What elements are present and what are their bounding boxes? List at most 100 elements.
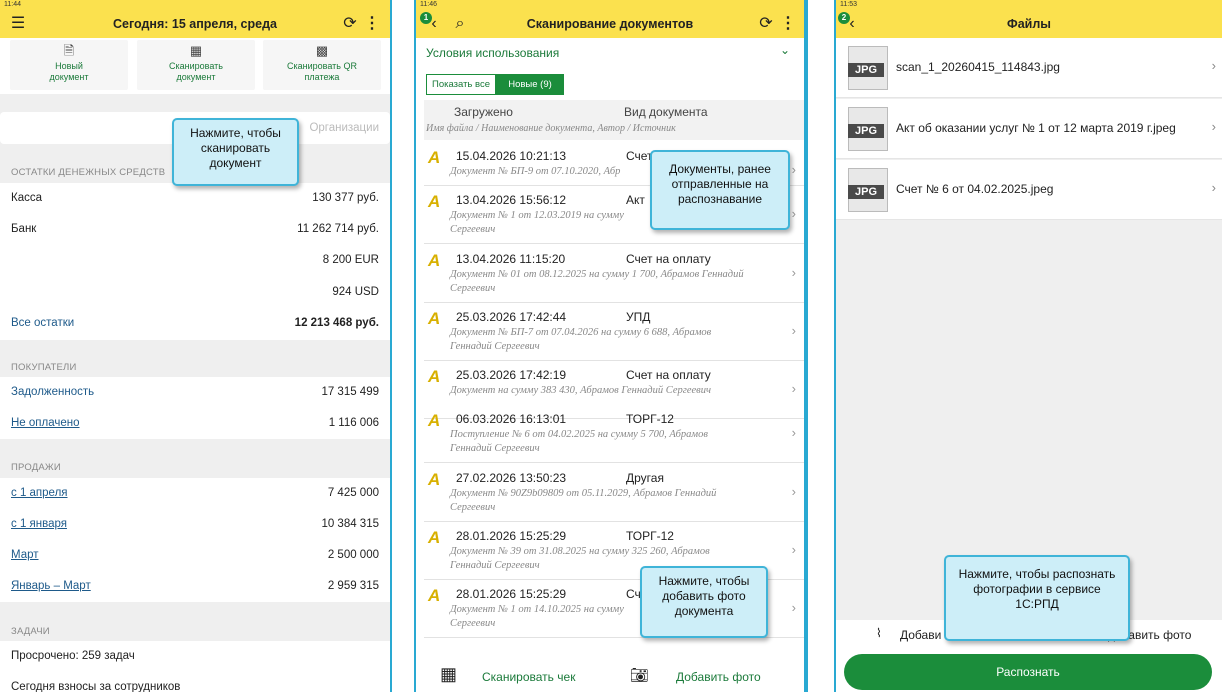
row-label: Банк <box>11 223 37 235</box>
callout-line: документа <box>674 604 734 618</box>
add-photo-button[interactable]: Добавить фото <box>676 670 761 684</box>
rpd-logo-icon: A <box>428 251 441 270</box>
camera-icon[interactable]: 📷︎ <box>630 666 649 684</box>
rpd-logo-icon: A <box>428 411 441 430</box>
description-line: Сергеевич <box>450 618 496 629</box>
refresh-icon[interactable]: ⟳ <box>340 14 360 34</box>
qr-icon: ▩ <box>315 43 329 58</box>
file-item[interactable]: JPG scan_1_20260415_114843.jpg › <box>836 38 1222 98</box>
callout-line: добавить фото <box>662 589 746 603</box>
description-line: Документ № 01 от 08.12.2025 на сумму 1 7… <box>450 269 744 280</box>
description-line: Документ № 1 от 12.03.2019 на сумму <box>450 210 624 221</box>
sales-row[interactable]: с 1 апреля 7 425 000 <box>0 478 390 509</box>
sales-row[interactable]: с 1 января 10 384 315 <box>0 509 390 540</box>
status-time: 11:46 <box>420 1 437 8</box>
callout-line: 1С:РПД <box>1015 597 1059 611</box>
file-item[interactable]: JPG Акт об оказании услуг № 1 от 12 марта… <box>836 99 1222 159</box>
status-bar: 11:44 <box>0 0 390 10</box>
row-value: 17 315 499 <box>321 386 379 398</box>
description-line: Документ № 90Z9b09809 от 05.11.2029, Абр… <box>450 488 717 499</box>
scan-panel: 11:46 ‹ ⌕ Сканирование документов ⟳ ⋮ 1 … <box>414 0 806 692</box>
header: ☰ Сегодня: 15 апреля, среда ⟳ ⋮ <box>0 10 390 38</box>
qr-scan-icon[interactable]: ▦ <box>440 664 457 685</box>
chevron-down-icon[interactable]: ⌄ <box>780 43 790 57</box>
chevron-right-icon: › <box>791 600 796 615</box>
more-icon[interactable]: ⋮ <box>362 14 382 34</box>
document-date: 13.04.2026 11:15:20 <box>456 252 566 266</box>
rpd-logo-icon: A <box>428 528 441 547</box>
show-all-button[interactable]: Показать все <box>426 74 496 95</box>
row-label: Сегодня взносы за сотрудников <box>11 681 181 692</box>
tile-label: документ <box>176 72 216 82</box>
divider <box>806 0 808 692</box>
file-item[interactable]: JPG Счет № 6 от 04.02.2025.jpeg › <box>836 160 1222 220</box>
document-date: 28.01.2026 15:25:29 <box>456 529 567 543</box>
unpaid-row[interactable]: Не оплачено 1 116 006 <box>0 408 390 439</box>
description-line: Геннадий Сергеевич <box>450 341 540 352</box>
status-bar: 11:46 <box>416 0 804 10</box>
table-header: Загружено Вид документа Имя файла / Наим… <box>424 100 804 140</box>
attach-button[interactable]: Добави <box>900 628 941 642</box>
page-title: Сканирование документов <box>526 17 694 31</box>
document-row[interactable]: A 06.03.2026 16:13:01 ТОРГ-12 Поступление №… <box>424 405 804 463</box>
description-line: Документ № БП-9 от 07.10.2020, Абр <box>450 166 621 177</box>
jpg-badge: JPG <box>848 185 884 199</box>
more-icon[interactable]: ⋮ <box>778 14 798 34</box>
document-date: 15.04.2026 10:21:13 <box>456 149 567 163</box>
document-kind: ТОРГ-12 <box>626 412 674 426</box>
header: ‹ ⌕ Сканирование документов ⟳ ⋮ <box>416 10 804 38</box>
cash-row[interactable]: Касса 130 377 руб. <box>0 183 390 214</box>
all-balances-link[interactable]: Все остатки <box>11 308 74 339</box>
bank-row[interactable]: Банк 11 262 714 руб. 8 200 EUR 924 USD Все о… <box>0 214 390 340</box>
document-description: Документ № 01 от 08.12.2025 на сумму 1 7… <box>450 268 780 296</box>
status-time: 11:44 <box>4 1 21 8</box>
document-description: Документ № 90Z9b09809 от 05.11.2029, Абр… <box>450 487 780 515</box>
scan-qr-tile[interactable]: ▩ Сканировать QR платежа <box>263 40 381 90</box>
terms-link[interactable]: Условия использования <box>426 46 559 60</box>
document-kind: Счет на оплату <box>626 368 711 382</box>
attach-icon[interactable]: ⌇ <box>876 626 882 640</box>
cash-section-title: ОСТАТКИ ДЕНЕЖНЫХ СРЕДСТВ <box>11 167 166 178</box>
document-row[interactable]: A 13.04.2026 11:15:20 Счет на оплату Докуме… <box>424 245 804 303</box>
document-date: 25.03.2026 17:42:44 <box>456 310 567 324</box>
docs-hint-callout: Документы, ранее отправленные на распознав… <box>650 150 790 230</box>
sales-section-title: ПРОДАЖИ <box>11 462 61 473</box>
scan-hint-callout: Нажмите, чтобы сканировать документ <box>172 118 299 186</box>
bottom-toolbar: ▦ Сканировать чек 📷︎ Добавить фото <box>416 648 804 692</box>
document-description: Поступление № 6 от 04.02.2025 на сумму 5… <box>450 428 780 456</box>
description-line: Документ № 39 от 31.08.2025 на сумму 325… <box>450 546 710 557</box>
description-line: Геннадий Сергеевич <box>450 443 540 454</box>
rpd-logo-icon: A <box>428 586 441 605</box>
row-label: Январь – Март <box>11 580 91 592</box>
status-bar: 11:53 <box>836 0 1222 10</box>
row-label: Задолженность <box>11 386 95 398</box>
callout-line: отправленные на <box>671 177 769 191</box>
document-date: 13.04.2026 15:56:12 <box>456 193 567 207</box>
task-row[interactable]: Просрочено: 259 задач <box>0 641 390 672</box>
recognize-button[interactable]: Распознать <box>844 654 1212 690</box>
task-row[interactable]: Сегодня взносы за сотрудников <box>0 672 390 692</box>
sales-row[interactable]: Январь – Март 2 959 315 <box>0 571 390 602</box>
row-label: Просрочено: 259 задач <box>11 650 135 662</box>
document-kind: Счет <box>626 149 653 163</box>
document-kind: УПД <box>626 310 651 324</box>
chevron-right-icon: › <box>791 542 796 557</box>
document-row[interactable]: A 27.02.2026 13:50:23 Другая Документ № 90Z… <box>424 464 804 522</box>
debt-row[interactable]: Задолженность 17 315 499 <box>0 377 390 408</box>
tile-label: Сканировать QR <box>287 61 357 71</box>
column-subheader: Имя файла / Наименование документа, Авто… <box>426 123 676 134</box>
row-value: 1 116 006 <box>328 417 379 429</box>
file-name: Счет № 6 от 04.02.2025.jpeg <box>896 182 1054 196</box>
refresh-icon[interactable]: ⟳ <box>756 14 776 34</box>
new-filter-button[interactable]: Новые (9) <box>496 74 564 95</box>
description-line: Геннадий Сергеевич <box>450 560 540 571</box>
document-row[interactable]: A 25.03.2026 17:42:44 УПД Документ № БП-7 о… <box>424 303 804 361</box>
scan-receipt-button[interactable]: Сканировать чек <box>482 670 575 684</box>
home-panel: 11:44 ☰ Сегодня: 15 апреля, среда ⟳ ⋮ 🗎 Н… <box>0 0 390 692</box>
new-document-tile[interactable]: 🗎 Новый документ <box>10 40 128 90</box>
file-name: scan_1_20260415_114843.jpg <box>896 60 1060 74</box>
row-value: 7 425 000 <box>327 487 379 499</box>
sales-row[interactable]: Март 2 500 000 <box>0 540 390 571</box>
scan-document-tile[interactable]: ▦ Сканировать документ <box>137 40 255 90</box>
chevron-right-icon: › <box>1211 180 1216 195</box>
